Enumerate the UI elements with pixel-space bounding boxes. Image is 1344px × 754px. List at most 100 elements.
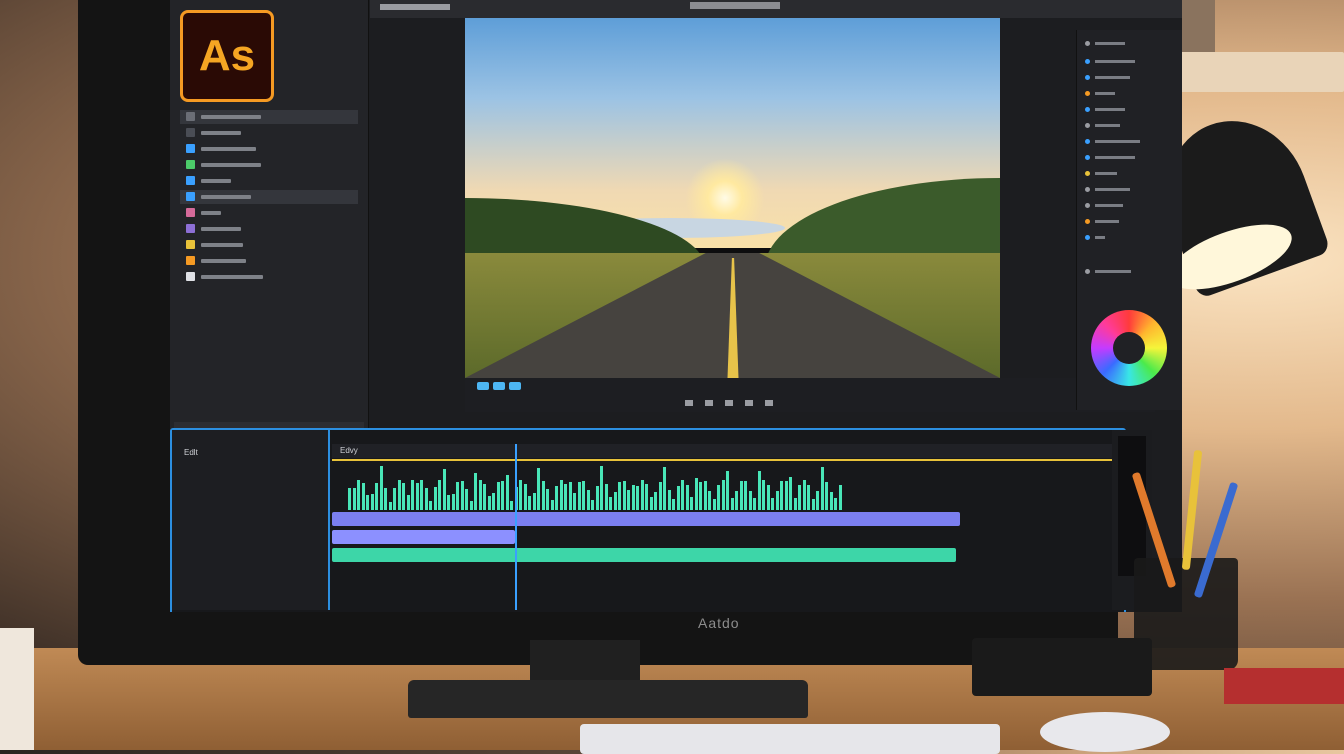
waveform-bar — [465, 488, 468, 510]
project-bin-row[interactable] — [180, 190, 358, 204]
mug — [0, 628, 34, 750]
waveform-bar — [519, 480, 522, 510]
waveform-bar — [699, 481, 702, 510]
play-icon[interactable] — [725, 400, 733, 406]
waveform-bar — [631, 485, 635, 510]
waveform-bar — [523, 483, 527, 510]
effects-row[interactable] — [1085, 200, 1175, 212]
effects-row[interactable] — [1085, 72, 1175, 84]
waveform-bar — [636, 485, 639, 510]
waveform-bar — [420, 480, 423, 510]
effects-row[interactable] — [1085, 104, 1175, 116]
effects-row[interactable] — [1085, 216, 1175, 228]
effects-row[interactable] — [1085, 136, 1175, 148]
audio-clip[interactable] — [332, 548, 956, 562]
project-bin-row[interactable] — [180, 142, 358, 156]
waveform-bar — [568, 482, 572, 510]
waveform-bar — [397, 480, 401, 510]
loop-button[interactable] — [493, 382, 505, 390]
effects-row[interactable] — [1085, 184, 1175, 196]
waveform-bar — [550, 500, 554, 510]
waveform-bar — [478, 480, 482, 510]
waveform-bar — [406, 494, 410, 510]
playhead[interactable] — [515, 444, 517, 610]
waveform-bar — [820, 467, 824, 510]
waveform-bar — [433, 487, 437, 510]
project-bin-row[interactable] — [180, 238, 358, 252]
waveform-bar — [411, 479, 414, 510]
marker-button[interactable] — [509, 382, 521, 390]
project-bin-row[interactable] — [180, 126, 358, 140]
waveform-bar — [757, 471, 761, 510]
effects-row[interactable] — [1085, 56, 1175, 68]
effects-row[interactable] — [1085, 232, 1175, 244]
waveform-bar — [474, 473, 477, 510]
project-bin-row[interactable] — [180, 206, 358, 220]
effects-row[interactable] — [1085, 38, 1175, 50]
desk-box — [972, 638, 1152, 696]
waveform-bar — [717, 485, 720, 510]
waveform-bar — [388, 501, 392, 510]
timeline-ruler[interactable]: Edvy — [332, 444, 1122, 458]
video-clip[interactable] — [332, 530, 515, 544]
waveform-bar — [753, 498, 756, 510]
waveform-bar — [766, 485, 770, 510]
waveform-bar — [555, 486, 558, 510]
project-bin-row[interactable] — [180, 254, 358, 268]
monitor-base — [408, 680, 808, 718]
waveform-bar — [415, 482, 419, 510]
waveform-bar — [613, 492, 617, 510]
waveform-bar — [370, 494, 374, 510]
waveform-bar — [726, 470, 729, 510]
play-button[interactable] — [477, 382, 489, 390]
effects-row[interactable] — [1085, 266, 1175, 278]
waveform-bar — [654, 491, 657, 510]
waveform-bar — [541, 480, 545, 510]
waveform-bar — [510, 500, 513, 510]
waveform-bar — [708, 490, 711, 510]
waveform-bar — [487, 495, 491, 510]
waveform-bar — [442, 469, 446, 510]
effects-row[interactable] — [1085, 88, 1175, 100]
effects-row[interactable] — [1085, 120, 1175, 132]
waveform-bar — [361, 483, 365, 510]
video-clip[interactable] — [332, 512, 960, 526]
waveform-bar — [672, 499, 675, 510]
waveform-bar — [352, 487, 356, 510]
waveform-bar — [793, 497, 797, 510]
project-bin-row[interactable] — [180, 270, 358, 284]
title-bar — [370, 0, 1182, 18]
waveform-bar — [379, 466, 383, 510]
program-monitor[interactable] — [465, 18, 1000, 378]
waveform-bar — [532, 492, 536, 510]
effects-row[interactable] — [1085, 168, 1175, 180]
waveform-bar — [645, 484, 648, 510]
forward-icon[interactable] — [745, 400, 753, 406]
effects-row[interactable] — [1085, 152, 1175, 164]
step-forward-icon[interactable] — [765, 400, 773, 406]
timeline-panel[interactable]: Edlt Edvy — [170, 428, 1152, 612]
waveform-bar — [492, 493, 495, 510]
waveform-bar — [735, 491, 738, 510]
color-wheel[interactable] — [1091, 310, 1167, 386]
project-bin-row[interactable] — [180, 110, 358, 124]
project-bin-row[interactable] — [180, 158, 358, 172]
project-bin-row[interactable] — [180, 222, 358, 236]
waveform-bar — [762, 480, 765, 510]
waveform-bar — [622, 480, 626, 510]
rewind-icon[interactable] — [705, 400, 713, 406]
project-panel: As — [170, 0, 369, 440]
waveform-bar — [807, 485, 810, 510]
waveform-bar — [730, 497, 734, 510]
waveform-bar — [816, 490, 819, 510]
project-bin-row[interactable] — [180, 174, 358, 188]
waveform-bar — [802, 480, 806, 510]
work-area-bar[interactable] — [332, 459, 1112, 461]
step-back-icon[interactable] — [685, 400, 693, 406]
waveform-bar — [483, 483, 486, 510]
waveform-bar — [694, 477, 698, 510]
waveform-bar — [600, 466, 603, 510]
window-title — [690, 2, 780, 9]
waveform-bar — [649, 497, 653, 510]
waveform-bar — [744, 481, 747, 510]
